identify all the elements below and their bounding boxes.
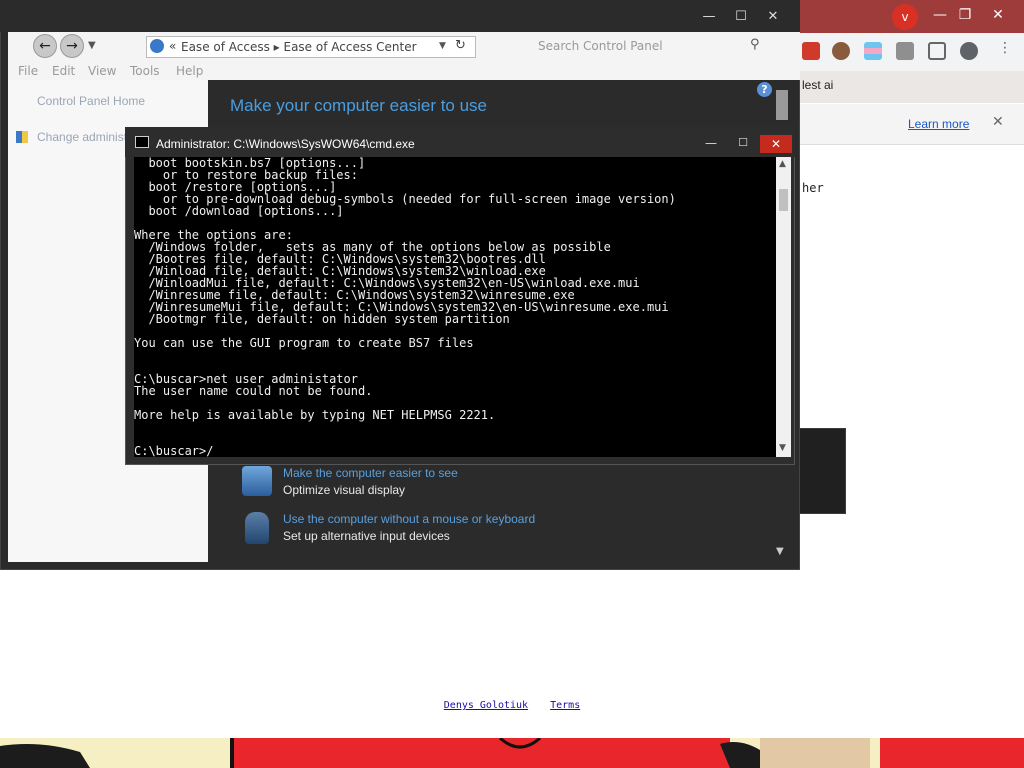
cmd-scroll-down-icon[interactable]: ▼	[779, 443, 786, 453]
profile-badge[interactable]: v	[892, 4, 918, 30]
person-headset-icon	[245, 512, 269, 544]
extensions-puzzle-icon[interactable]	[896, 42, 914, 60]
address-dropdown-icon[interactable]: ▼	[439, 41, 446, 51]
address-bar[interactable]: « Ease of Access ▸ Ease of Access Center…	[146, 36, 476, 58]
menu-help[interactable]: Help	[176, 64, 203, 78]
control-panel-home-link[interactable]: Control Panel Home	[37, 94, 145, 108]
address-path[interactable]: Ease of Access ▸ Ease of Access Center	[181, 40, 417, 54]
magnifier-monitor-icon	[242, 466, 272, 496]
browser-restore-button[interactable]: ❐	[950, 4, 980, 26]
ublock-extension-icon[interactable]	[802, 42, 820, 60]
console-output[interactable]: boot bootskin.bs7 [options...] or to res…	[134, 157, 776, 457]
avatar-extension-icon[interactable]	[832, 42, 850, 60]
cmd-scrollbar[interactable]: ▲ ▼	[776, 157, 791, 457]
cmd-close-button[interactable]: ✕	[760, 135, 792, 153]
terms-link[interactable]: Terms	[550, 700, 580, 711]
search-placeholder: Search Control Panel	[538, 39, 663, 53]
control-panel-minimize-button[interactable]: —	[694, 6, 724, 28]
back-button[interactable]: ←	[33, 34, 57, 58]
side-panel-icon[interactable]	[928, 42, 946, 60]
menu-edit[interactable]: Edit	[52, 64, 75, 78]
refresh-icon[interactable]: ↻	[455, 38, 466, 53]
scroll-down-icon[interactable]: ▼	[776, 546, 784, 557]
page-footer: Denys Golotiuk Terms	[0, 700, 1024, 711]
search-icon[interactable]: ⚲	[750, 37, 760, 52]
address-overflow[interactable]: «	[169, 39, 176, 53]
optimize-visual-display-label: Optimize visual display	[283, 483, 406, 497]
cmd-app-icon	[135, 136, 149, 148]
console-text: boot bootskin.bs7 [options...] or to res…	[134, 157, 676, 457]
menu-file[interactable]: File	[18, 64, 38, 78]
page-title: Make your computer easier to use	[230, 96, 488, 115]
author-link[interactable]: Denys Golotiuk	[444, 700, 528, 711]
use-without-mouse-link[interactable]: Use the computer without a mouse or keyb…	[283, 512, 535, 526]
learn-more-link[interactable]: Learn more	[908, 117, 969, 131]
help-icon[interactable]: ?	[757, 82, 772, 97]
change-admin-link[interactable]: Change administ	[37, 130, 127, 144]
search-input[interactable]: Search Control Panel ⚲	[534, 36, 772, 58]
cmd-maximize-button[interactable]: ☐	[729, 136, 757, 149]
control-panel-close-button[interactable]: ✕	[758, 6, 788, 28]
cmd-title: Administrator: C:\Windows\SysWOW64\cmd.e…	[156, 137, 415, 151]
make-easier-to-see-link[interactable]: Make the computer easier to see	[283, 466, 458, 480]
control-panel-icon	[150, 39, 164, 53]
forward-button[interactable]: →	[60, 34, 84, 58]
cmd-minimize-button[interactable]: —	[697, 136, 725, 150]
partial-tab-text: lest ai	[802, 78, 834, 92]
browser-close-button[interactable]: ✕	[983, 4, 1013, 26]
control-panel-maximize-button[interactable]: ☐	[726, 6, 756, 28]
menu-bar: File Edit View Tools Help	[8, 62, 800, 80]
tab-strip-area	[800, 71, 1024, 103]
control-panel-caption	[0, 0, 800, 32]
info-bar-close-icon[interactable]: ✕	[992, 114, 1004, 130]
menu-dots-icon[interactable]: ⋮	[998, 40, 1012, 56]
shield-icon	[16, 131, 28, 143]
menu-view[interactable]: View	[88, 64, 116, 78]
cmd-scroll-thumb[interactable]	[779, 189, 788, 211]
partial-page-text: her	[802, 181, 824, 195]
recent-pages-chevron-icon[interactable]: ▼	[88, 40, 96, 51]
alternative-input-label: Set up alternative input devices	[283, 529, 450, 543]
main-scroll-thumb[interactable]	[776, 90, 788, 120]
menu-tools[interactable]: Tools	[130, 64, 160, 78]
cmd-scroll-up-icon[interactable]: ▲	[779, 159, 786, 169]
cartoon-banner-image	[0, 738, 1024, 768]
account-icon[interactable]	[960, 42, 978, 60]
flag-extension-icon[interactable]	[864, 42, 882, 60]
